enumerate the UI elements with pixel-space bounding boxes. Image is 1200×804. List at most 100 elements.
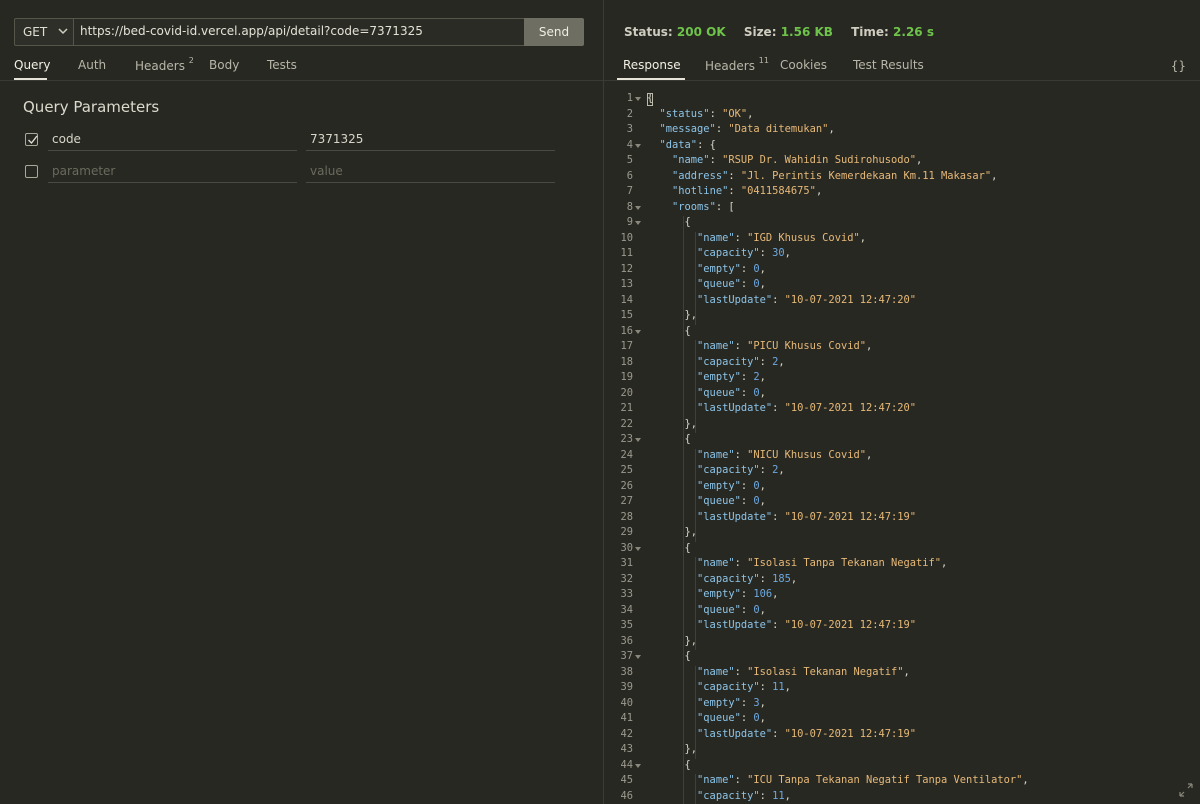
line-number: 19 (620, 371, 633, 383)
tab-response-headers[interactable]: Headers 11 (705, 56, 769, 73)
code-text: "lastUpdate": "10-07-2021 12:47:20" (697, 402, 917, 414)
checkmark-icon (28, 135, 38, 145)
fold-arrow-icon[interactable] (635, 546, 641, 551)
new-param-name-field[interactable]: parameter (48, 162, 297, 183)
code-line: 26 "empty": 0, (604, 480, 1200, 496)
line-number: 14 (620, 293, 633, 306)
code-text: "data": { (659, 138, 716, 151)
format-json-icon[interactable]: {} (1171, 59, 1186, 73)
code-line: 5 "name": "RSUP Dr. Wahidin Sudirohusodo… (604, 154, 1200, 170)
code-line: 19 "empty": 2, (604, 371, 1200, 387)
line-number: 34 (620, 603, 633, 616)
line-number: 20 (620, 386, 633, 399)
param-enabled-checkbox[interactable] (25, 133, 38, 146)
code-line: 43 }, (604, 743, 1200, 759)
code-text: "lastUpdate": "10-07-2021 12:47:19" (697, 510, 917, 523)
send-button[interactable]: Send (524, 18, 584, 46)
code-text: "name": "Isolasi Tekanan Negatif", (697, 665, 910, 678)
fold-arrow-icon[interactable] (635, 205, 641, 210)
tab-body[interactable]: Body (209, 58, 239, 72)
url-input[interactable]: https://bed-covid-id.vercel.app/api/deta… (74, 18, 525, 46)
indent-guide (695, 774, 697, 804)
indent-guide (695, 231, 697, 325)
tab-headers-label: Headers (135, 59, 185, 73)
code-line: 38 "name": "Isolasi Tekanan Negatif", (604, 666, 1200, 682)
tab-query[interactable]: Query (14, 58, 50, 72)
code-line: 29 }, (604, 526, 1200, 542)
text-cursor (647, 93, 653, 106)
fold-arrow-icon[interactable] (635, 438, 641, 442)
line-number: 31 (620, 557, 633, 569)
line-number: 8 (626, 200, 633, 213)
code-line: 31 "name": "Isolasi Tanpa Tekanan Negati… (604, 557, 1200, 573)
line-number: 38 (620, 665, 633, 678)
code-text: "empty": 3, (697, 696, 766, 709)
query-params-title: Query Parameters (23, 98, 160, 116)
response-meta: Status: 200 OK Size: 1.56 KB Time: 2.26 … (624, 25, 948, 39)
code-line: 24 "name": "NICU Khusus Covid", (604, 449, 1200, 465)
new-param-value-field[interactable]: value (306, 162, 555, 183)
new-param-row: parameter value (25, 162, 556, 186)
param-row: code 7371325 (25, 130, 556, 154)
line-number: 28 (620, 510, 633, 523)
new-param-checkbox[interactable] (25, 165, 38, 178)
code-line: 30 { (604, 542, 1200, 558)
response-pane: Status: 200 OK Size: 1.56 KB Time: 2.26 … (604, 0, 1200, 804)
tab-response[interactable]: Response (623, 58, 681, 72)
tab-cookies[interactable]: Cookies (780, 58, 827, 72)
tab-headers[interactable]: Headers 2 (135, 56, 194, 73)
size-value: 1.56 KB (780, 25, 833, 39)
fold-arrow-icon[interactable] (635, 655, 641, 659)
fold-arrow-icon[interactable] (635, 329, 641, 334)
indent-guide (695, 448, 697, 542)
code-line: 13 "queue": 0, (604, 278, 1200, 294)
line-number: 27 (620, 495, 633, 507)
code-text: "hotline": "0411584675", (672, 185, 823, 197)
code-line: 40 "empty": 3, (604, 697, 1200, 713)
code-line: 25 "capacity": 2, (604, 464, 1200, 480)
line-number: 44 (620, 758, 633, 771)
tab-query-label: Query (14, 58, 51, 72)
code-line: 28 "lastUpdate": "10-07-2021 12:47:19" (604, 511, 1200, 527)
tab-tests[interactable]: Tests (267, 58, 297, 72)
method-select[interactable]: GET (14, 18, 74, 46)
param-name-field[interactable]: code (48, 130, 297, 151)
fold-arrow-icon[interactable] (635, 763, 641, 768)
expand-icon[interactable] (1178, 782, 1194, 798)
line-number: 7 (626, 185, 633, 197)
line-number: 4 (626, 138, 633, 151)
code-line: 20 "queue": 0, (604, 387, 1200, 403)
tabs-divider (0, 80, 603, 81)
code-text: "empty": 2, (697, 371, 766, 383)
code-line: 36 }, (604, 635, 1200, 651)
tab-auth[interactable]: Auth (78, 58, 106, 72)
method-value: GET (23, 25, 48, 39)
fold-arrow-icon[interactable] (635, 221, 641, 225)
code-text: { (647, 216, 691, 228)
code-text: "empty": 0, (697, 479, 766, 492)
code-line: 45 "name": "ICU Tanpa Tekanan Negatif Ta… (604, 774, 1200, 790)
code-line: 16 { (604, 325, 1200, 341)
fold-arrow-icon[interactable] (635, 97, 641, 101)
code-line: 4 "data": { (604, 139, 1200, 155)
status-info: Status: 200 OK (624, 25, 726, 39)
status-value: 200 OK (676, 25, 726, 39)
code-text: "message": "Data ditemukan", (659, 123, 835, 135)
line-number: 36 (620, 634, 633, 647)
line-number: 26 (620, 479, 633, 492)
line-number: 29 (620, 526, 633, 538)
code-line: 3 "message": "Data ditemukan", (604, 123, 1200, 139)
response-body-editor[interactable]: 1{2 "status": "OK", 3 "message": "Data di… (604, 92, 1200, 804)
param-value-field[interactable]: 7371325 (306, 130, 555, 151)
line-number: 45 (620, 774, 633, 786)
line-number: 22 (620, 417, 633, 430)
code-text: "lastUpdate": "10-07-2021 12:47:20" (697, 293, 917, 306)
line-number: 37 (620, 650, 633, 662)
fold-arrow-icon[interactable] (635, 143, 641, 148)
response-tabs: Response Headers 11 Cookies Test Results (604, 56, 1200, 80)
tab-tests-label: Tests (267, 58, 297, 72)
code-text: "queue": 0, (697, 278, 766, 290)
tab-test-results[interactable]: Test Results (853, 58, 924, 72)
code-line: 9 { (604, 216, 1200, 232)
code-line: 27 "queue": 0, (604, 495, 1200, 511)
